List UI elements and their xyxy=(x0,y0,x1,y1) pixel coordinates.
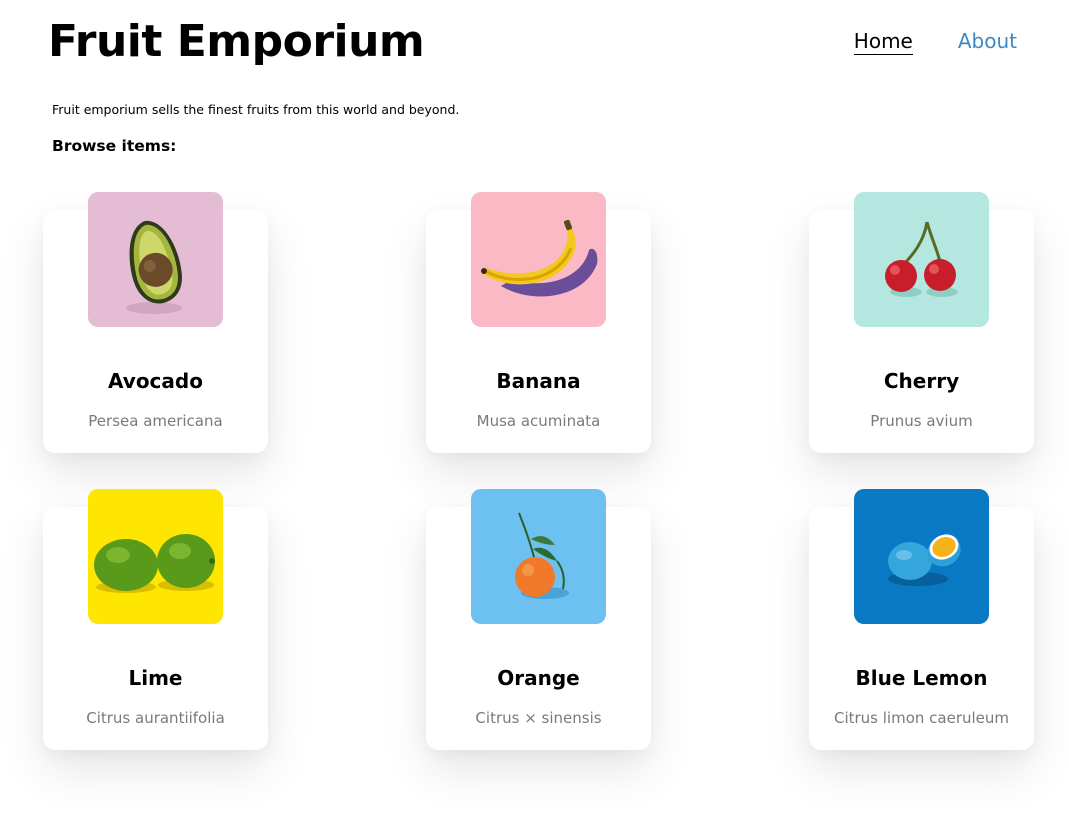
product-name: Orange xyxy=(497,666,580,690)
product-name: Lime xyxy=(128,666,183,690)
browse-heading: Browse items: xyxy=(52,137,177,155)
product-card-blue-lemon[interactable]: Blue Lemon Citrus limon caeruleum xyxy=(809,489,1034,750)
product-name: Blue Lemon xyxy=(855,666,988,690)
product-scientific-name: Citrus limon caeruleum xyxy=(833,709,1010,727)
banana-image xyxy=(471,192,606,327)
product-name: Cherry xyxy=(883,369,960,393)
product-scientific-name: Prunus avium xyxy=(870,412,973,430)
product-card-orange[interactable]: Orange Citrus × sinensis xyxy=(426,489,651,750)
image-background xyxy=(471,489,606,624)
main-nav: Home About xyxy=(853,28,1017,55)
avocado-image xyxy=(88,192,223,327)
product-scientific-name: Citrus aurantiifolia xyxy=(86,709,225,727)
blue-lemon-image xyxy=(854,489,989,624)
product-name: Banana xyxy=(496,369,581,393)
product-card-avocado[interactable]: Avocado Persea americana xyxy=(43,192,268,453)
nav-about-link[interactable]: About xyxy=(958,28,1017,55)
product-name: Avocado xyxy=(108,369,203,393)
product-card-banana[interactable]: Banana Musa acuminata xyxy=(426,192,651,453)
product-card-lime[interactable]: Lime Citrus aurantiifolia xyxy=(43,489,268,750)
image-background xyxy=(854,192,989,327)
lime-image xyxy=(88,489,223,624)
product-scientific-name: Persea americana xyxy=(88,412,223,430)
cherry-image xyxy=(854,192,989,327)
site-title: Fruit Emporium xyxy=(48,16,425,67)
intro-text: Fruit emporium sells the finest fruits f… xyxy=(52,102,460,117)
product-card-cherry[interactable]: Cherry Prunus avium xyxy=(809,192,1034,453)
product-scientific-name: Citrus × sinensis xyxy=(475,709,602,727)
product-scientific-name: Musa acuminata xyxy=(476,412,601,430)
orange-image xyxy=(471,489,606,624)
nav-home-link[interactable]: Home xyxy=(853,28,913,55)
